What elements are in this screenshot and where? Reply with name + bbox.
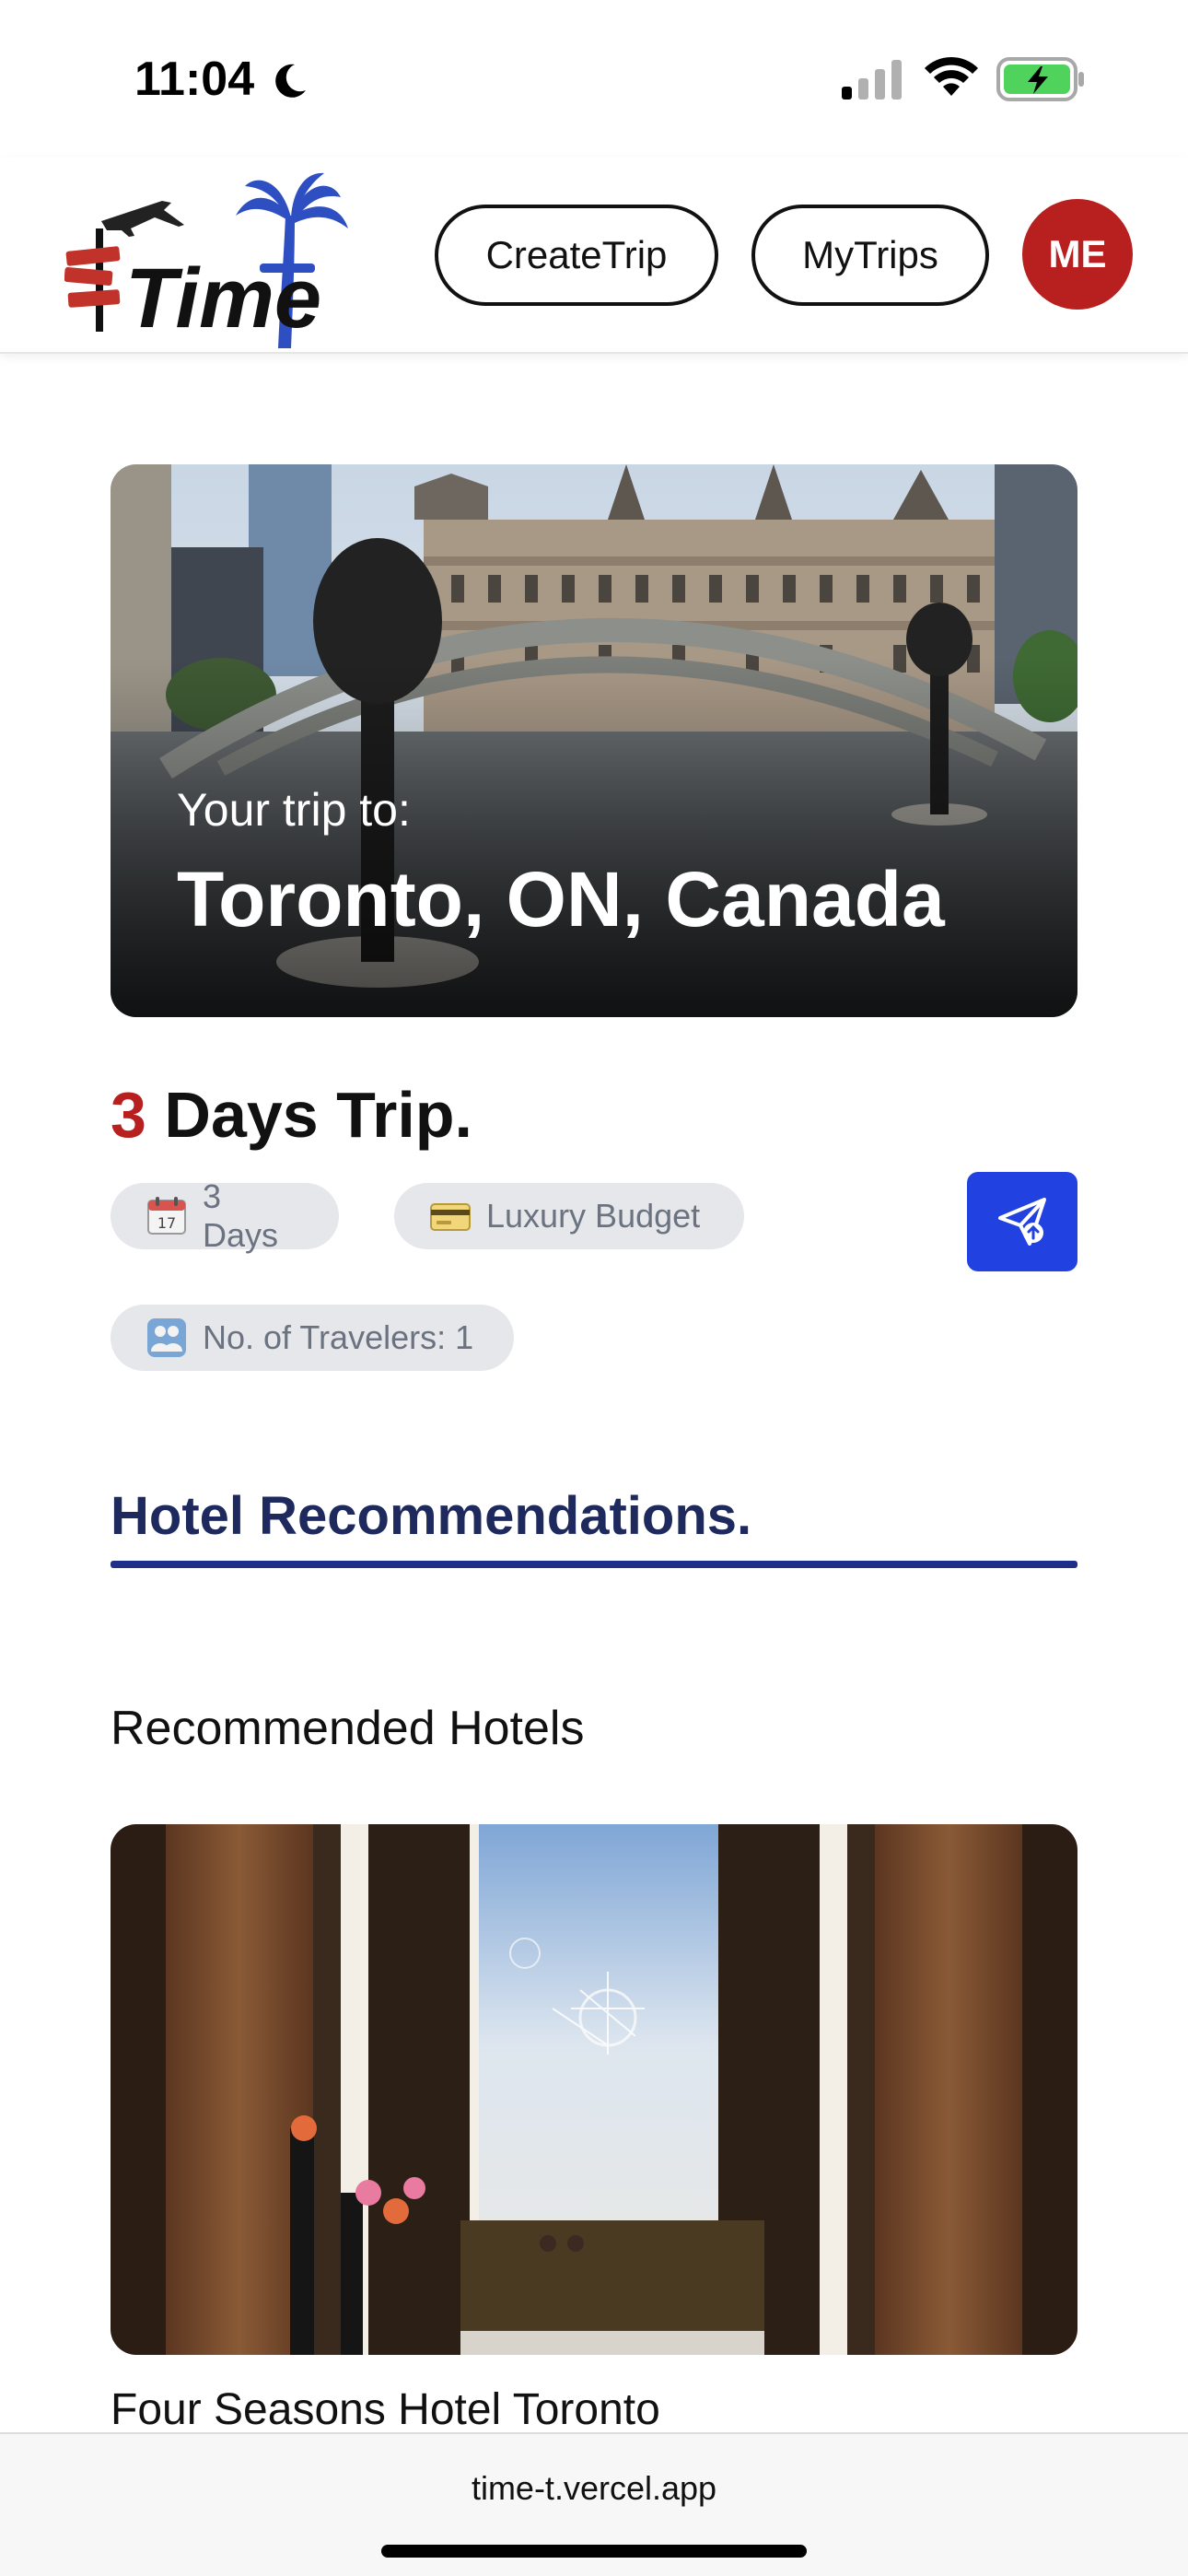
- my-trips-button[interactable]: MyTrips: [751, 205, 989, 306]
- calendar-icon: 17: [147, 1197, 186, 1235]
- recommended-hotels-subheading: Recommended Hotels: [111, 1702, 585, 1755]
- hero-subtitle: Your trip to:: [177, 784, 411, 836]
- travelers-chip: No. of Travelers: 1: [111, 1305, 514, 1371]
- battery-charging-icon: [996, 57, 1084, 101]
- status-time: 11:04: [134, 53, 255, 106]
- destination-title: Toronto, ON, Canada: [177, 856, 945, 943]
- hotel-name[interactable]: Four Seasons Hotel Toronto: [111, 2384, 660, 2435]
- destination-hero-image: Your trip to: Toronto, ON, Canada: [111, 464, 1077, 1017]
- browser-address-bar: time-t.vercel.app: [0, 2432, 1188, 2576]
- top-nav-header: Time CreateTrip MyTrips ME: [0, 157, 1188, 354]
- svg-text:17: 17: [157, 1214, 176, 1232]
- wifi-icon: [925, 56, 978, 96]
- credit-card-icon: [430, 1203, 471, 1231]
- home-indicator[interactable]: [381, 2545, 807, 2558]
- days-number: 3: [111, 1079, 146, 1151]
- hotel-lobby-photo: [111, 1824, 1077, 2355]
- moon-icon: [275, 64, 306, 98]
- logo-text: Time: [125, 252, 322, 345]
- days-suffix: Days Trip.: [146, 1079, 472, 1151]
- time-logo[interactable]: Time: [64, 168, 405, 352]
- budget-chip: Luxury Budget: [394, 1183, 744, 1249]
- cellular-signal-icon: [842, 60, 902, 100]
- create-trip-button[interactable]: CreateTrip: [435, 205, 718, 306]
- trip-duration-heading: 3 Days Trip.: [111, 1078, 472, 1152]
- days-chip: 17 3 Days: [111, 1177, 339, 1254]
- send-icon: [998, 1198, 1046, 1246]
- family-icon: [147, 1318, 186, 1357]
- days-chip-label: 3 Days: [203, 1177, 279, 1254]
- hotel-card-image[interactable]: [111, 1824, 1077, 2355]
- user-avatar[interactable]: ME: [1022, 199, 1133, 310]
- section-divider: [111, 1561, 1077, 1568]
- url-text[interactable]: time-t.vercel.app: [0, 2469, 1188, 2508]
- budget-chip-label: Luxury Budget: [486, 1197, 701, 1235]
- status-bar: 11:04: [0, 0, 1188, 157]
- share-trip-button[interactable]: [967, 1172, 1077, 1271]
- hotel-recommendations-heading: Hotel Recommendations.: [111, 1486, 752, 1546]
- travelers-chip-label: No. of Travelers: 1: [203, 1318, 474, 1356]
